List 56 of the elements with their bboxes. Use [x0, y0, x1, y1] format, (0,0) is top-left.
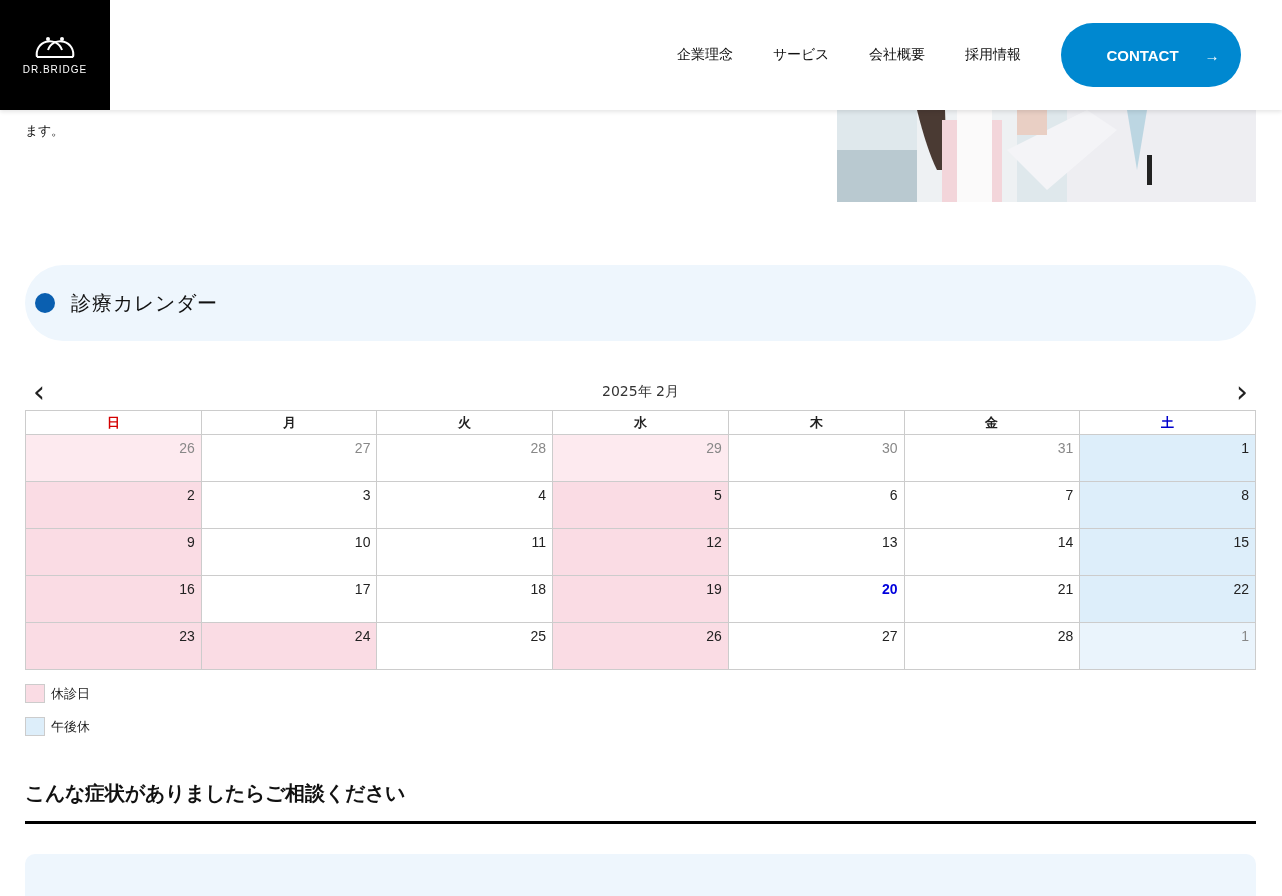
weekday-header: 水: [553, 411, 729, 435]
nav-link[interactable]: サービス: [773, 46, 829, 64]
day-cell[interactable]: 15: [1080, 529, 1256, 576]
weekday-header: 金: [904, 411, 1081, 435]
nav-link[interactable]: 企業理念: [677, 46, 733, 64]
day-cell[interactable]: 28: [904, 623, 1081, 670]
day-cell[interactable]: 31: [904, 435, 1081, 482]
day-cell[interactable]: 12: [553, 529, 729, 576]
day-cell[interactable]: 18: [377, 576, 554, 623]
weekday-header: 火: [377, 411, 554, 435]
bullet-icon: [35, 293, 55, 313]
day-cell[interactable]: 1: [1080, 435, 1256, 482]
logo-text: DR.BRIDGE: [22, 63, 88, 75]
logo[interactable]: DR.BRIDGE: [0, 0, 110, 110]
legend-label: 休診日: [51, 684, 90, 703]
day-cell[interactable]: 26: [553, 623, 729, 670]
day-cell[interactable]: 21: [904, 576, 1081, 623]
previous-month-button[interactable]: ‹: [25, 379, 53, 405]
next-month-button[interactable]: ›: [1228, 379, 1256, 405]
month-label: 2025年 2月: [602, 383, 679, 401]
day-cell[interactable]: 2: [26, 482, 202, 529]
day-cell[interactable]: 11: [377, 529, 554, 576]
day-cell[interactable]: 20: [728, 576, 905, 623]
day-cell[interactable]: 22: [1080, 576, 1256, 623]
day-cell[interactable]: 13: [728, 529, 905, 576]
day-cell[interactable]: 17: [201, 576, 378, 623]
day-cell[interactable]: 28: [377, 435, 554, 482]
weekday-header: 土: [1080, 411, 1256, 435]
contact-button[interactable]: CONTACT →: [1061, 23, 1241, 87]
weekday-header: 月: [201, 411, 378, 435]
weekday-header: 日: [26, 411, 202, 435]
day-cell[interactable]: 24: [201, 623, 378, 670]
nav-link[interactable]: 会社概要: [869, 46, 925, 64]
section-title: こんな症状がありましたらご相談ください: [25, 780, 1256, 824]
bridge-logo-icon: [34, 35, 76, 58]
day-cell[interactable]: 16: [26, 576, 202, 623]
legend-label: 午後休: [51, 717, 90, 736]
day-cell[interactable]: 3: [201, 482, 378, 529]
day-cell[interactable]: 10: [201, 529, 378, 576]
day-cell[interactable]: 14: [904, 529, 1081, 576]
section-title: 診療カレンダー: [71, 289, 218, 317]
day-cell[interactable]: 30: [728, 435, 905, 482]
day-cell[interactable]: 6: [728, 482, 905, 529]
day-cell[interactable]: 25: [377, 623, 554, 670]
day-cell[interactable]: 27: [201, 435, 378, 482]
intro-text: ます。: [25, 122, 64, 140]
day-cell[interactable]: 4: [377, 482, 554, 529]
day-cell[interactable]: 9: [26, 529, 202, 576]
day-cell[interactable]: 19: [553, 576, 729, 623]
day-cell[interactable]: 27: [728, 623, 905, 670]
day-cell[interactable]: 5: [553, 482, 729, 529]
day-cell[interactable]: 23: [26, 623, 202, 670]
nav-link[interactable]: 採用情報: [965, 46, 1021, 64]
weekday-header: 木: [728, 411, 905, 435]
day-cell[interactable]: 8: [1080, 482, 1256, 529]
day-cell[interactable]: 7: [904, 482, 1081, 529]
